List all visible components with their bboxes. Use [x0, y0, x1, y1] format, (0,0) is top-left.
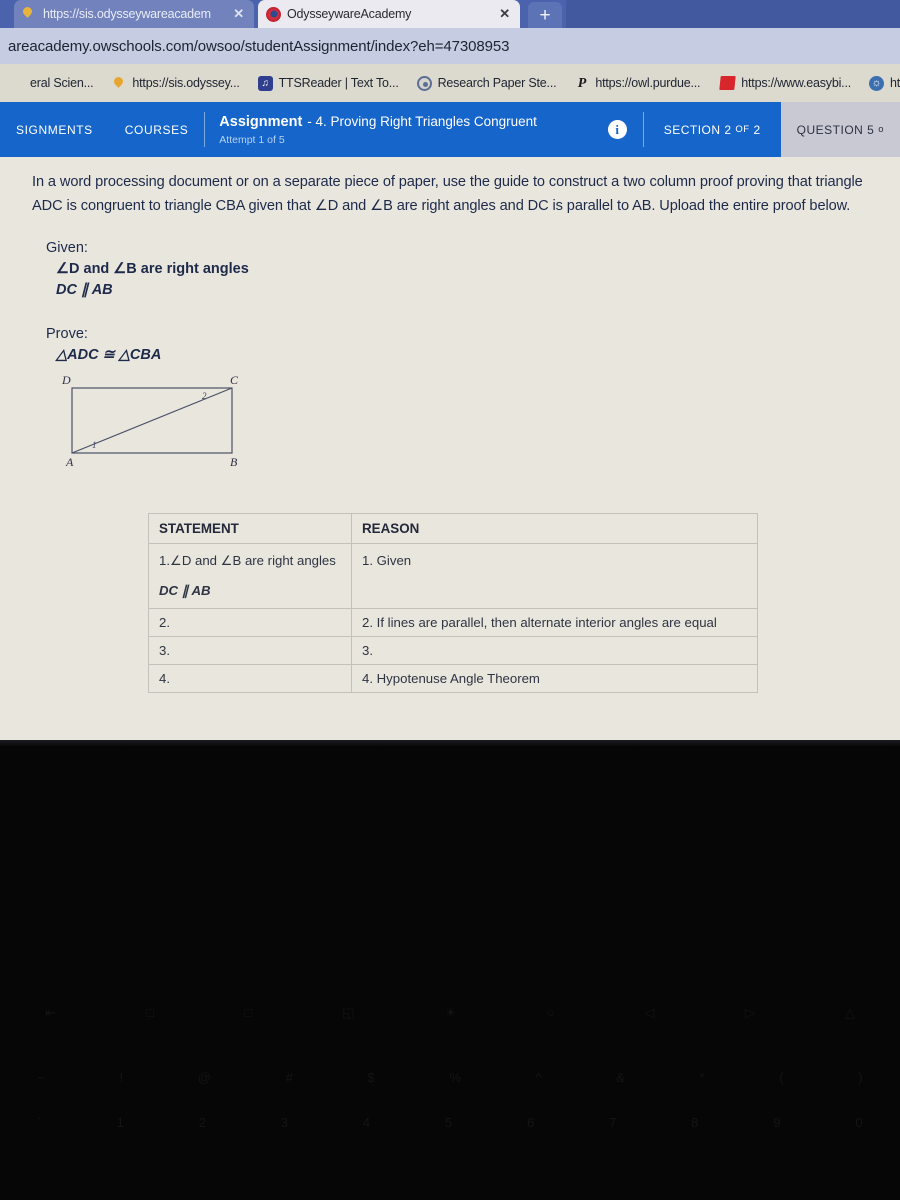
bookmark-label: TTSReader | Text To...: [278, 76, 399, 90]
nav-courses[interactable]: COURSES: [109, 102, 205, 157]
statement-cell-3[interactable]: 3.: [148, 636, 352, 665]
table-row: 4. 4. Hypotenuse Angle Theorem: [148, 664, 758, 693]
bookmark-owl-purdue[interactable]: P https://owl.purdue...: [565, 76, 709, 91]
bookmark-label: https://owl.purdue...: [595, 76, 701, 90]
generic-bookmark-icon: [9, 76, 24, 91]
browser-tab-2-title: OdysseywareAcademy: [287, 7, 412, 21]
bookmarks-bar: eral Scien... https://sis.odyssey... ♫ T…: [0, 64, 900, 102]
bookmark-label: Research Paper Ste...: [437, 76, 557, 90]
statement-cell-2[interactable]: 2.: [148, 608, 352, 637]
vertex-label-c: C: [230, 373, 239, 388]
browser-tab-strip: https://sis.odysseywareacadem ✕ Odysseyw…: [0, 0, 900, 28]
reason-cell-2[interactable]: 2. If lines are parallel, then alternate…: [351, 608, 758, 637]
bookmark-easybib[interactable]: https://www.easybi...: [709, 76, 860, 90]
prove-statement: △ADC ≅ △CBA: [56, 347, 162, 364]
question-prompt: In a word processing document or on a se…: [32, 174, 863, 214]
reason-cell-4[interactable]: 4. Hypotenuse Angle Theorem: [351, 664, 758, 693]
vertex-label-d: D: [62, 373, 71, 388]
statement-cell-4[interactable]: 4.: [148, 664, 352, 693]
given-line-2: DC ∥ AB: [56, 282, 113, 299]
assignment-word: Assignment: [219, 113, 303, 130]
diagram-svg: [71, 387, 233, 454]
bookmark-ttsreader[interactable]: ♫ TTSReader | Text To...: [249, 75, 408, 91]
assignment-info: Assignment - 4. Proving Right Triangles …: [205, 102, 607, 157]
given-label: Given:: [46, 240, 88, 257]
keyboard-row-function: ⇤ □ □ ◱ ☀ ○ ◁ ▷ △: [45, 1005, 855, 1020]
address-bar[interactable]: areacademy.owschools.com/owsoo/studentAs…: [0, 28, 900, 64]
table-row: 2. 2. If lines are parallel, then altern…: [148, 608, 758, 637]
bookmark-label: https://sis.odyssey...: [132, 76, 240, 90]
browser-tab-1[interactable]: https://sis.odysseywareacadem ✕: [14, 0, 254, 28]
keyboard-row-numbers: ` 1 2 3 4 5 6 7 8 9 0: [37, 1115, 863, 1130]
nav-assignments[interactable]: SIGNMENTS: [0, 102, 109, 157]
bookmark-research-paper[interactable]: Research Paper Ste...: [408, 75, 566, 91]
section-of: OF: [735, 124, 750, 135]
browser-tab-1-title: https://sis.odysseywareacadem: [43, 7, 211, 21]
pin-icon: [111, 76, 126, 91]
vertex-label-a: A: [66, 455, 74, 470]
angle-label-2: 2: [202, 391, 207, 402]
section-prefix: SECTION: [663, 122, 721, 137]
swirl-icon: [416, 75, 432, 91]
monitor-bezel-and-keyboard: ⇤ □ □ ◱ ☀ ○ ◁ ▷ △ ~! @ # $% ^ & *() ` 1 2 3 4 5 6 7 8 9 0: [0, 740, 900, 1200]
book-icon: [719, 76, 737, 90]
table-header-row: STATEMENT REASON: [148, 513, 758, 544]
bezel-edge: [0, 740, 900, 746]
close-icon[interactable]: ✕: [231, 6, 246, 22]
question-indicator[interactable]: QUESTION 5 o: [780, 102, 900, 157]
reason-cell-1[interactable]: 1. Given: [351, 543, 758, 609]
prove-label: Prove:: [46, 326, 88, 343]
reason-cell-3[interactable]: 3.: [351, 636, 758, 665]
table-row: 3. 3.: [148, 636, 758, 665]
tab-strip-empty-area: [566, 0, 900, 28]
bookmark-general-science[interactable]: eral Scien...: [0, 76, 102, 91]
globe-icon: ☼: [869, 75, 885, 91]
proof-table: STATEMENT REASON 1.∠D and ∠B are right a…: [148, 513, 758, 693]
vertex-label-b: B: [230, 455, 238, 470]
section-total: 2: [753, 122, 761, 137]
question-prefix: QUESTION: [796, 122, 864, 137]
angle-label-1: 1: [92, 440, 97, 451]
question-of: o: [878, 124, 884, 135]
new-tab-button[interactable]: +: [528, 2, 562, 28]
statement-cell-1[interactable]: 1.∠D and ∠B are right angles DC ∥ AB: [148, 543, 352, 609]
close-icon[interactable]: ✕: [497, 6, 512, 22]
info-icon[interactable]: i: [607, 120, 627, 139]
geometry-diagram: D C A B 1 2: [50, 373, 290, 478]
bookmark-sis-odyssey[interactable]: https://sis.odyssey...: [102, 76, 248, 91]
bookmark-https[interactable]: ☼ https: [860, 75, 900, 91]
owl-purdue-icon: P: [577, 75, 587, 91]
section-indicator[interactable]: SECTION 2 OF 2: [644, 102, 781, 157]
bookmark-label: https: [890, 76, 900, 90]
bookmark-label: https://www.easybi...: [741, 76, 852, 90]
statement-text: 1.∠D and ∠B are right angles: [159, 553, 336, 568]
url-text[interactable]: areacademy.owschools.com/owsoo/studentAs…: [0, 38, 900, 55]
assignment-name: - 4. Proving Right Triangles Congruent: [307, 113, 537, 129]
attempt-counter: Attempt 1 of 5: [219, 133, 285, 146]
assignment-content: In a word processing document or on a se…: [0, 157, 900, 740]
keyboard-row-symbols: ~! @ # $% ^ & *(): [37, 1070, 863, 1085]
monitor-screen: https://sis.odysseywareacadem ✕ Odysseyw…: [0, 0, 900, 740]
odysseyware-logo-icon: [266, 6, 281, 22]
bookmark-label: eral Scien...: [30, 76, 94, 90]
browser-tab-2[interactable]: OdysseywareAcademy ✕: [258, 0, 520, 28]
table-row: 1.∠D and ∠B are right angles DC ∥ AB 1. …: [148, 543, 758, 609]
statement-subtext: DC ∥ AB: [159, 583, 211, 598]
column-header-reason: REASON: [351, 513, 758, 544]
column-header-statement: STATEMENT: [148, 513, 352, 544]
given-line-1: ∠D and ∠B are right angles: [56, 261, 249, 278]
question-number: 5: [867, 122, 875, 137]
assignment-header-bar: SIGNMENTS COURSES Assignment - 4. Provin…: [0, 102, 900, 157]
speaker-icon: ♫: [257, 75, 273, 91]
pin-icon: [22, 7, 37, 22]
section-number: 2: [724, 122, 732, 137]
assignment-title-row: Assignment - 4. Proving Right Triangles …: [219, 114, 593, 130]
